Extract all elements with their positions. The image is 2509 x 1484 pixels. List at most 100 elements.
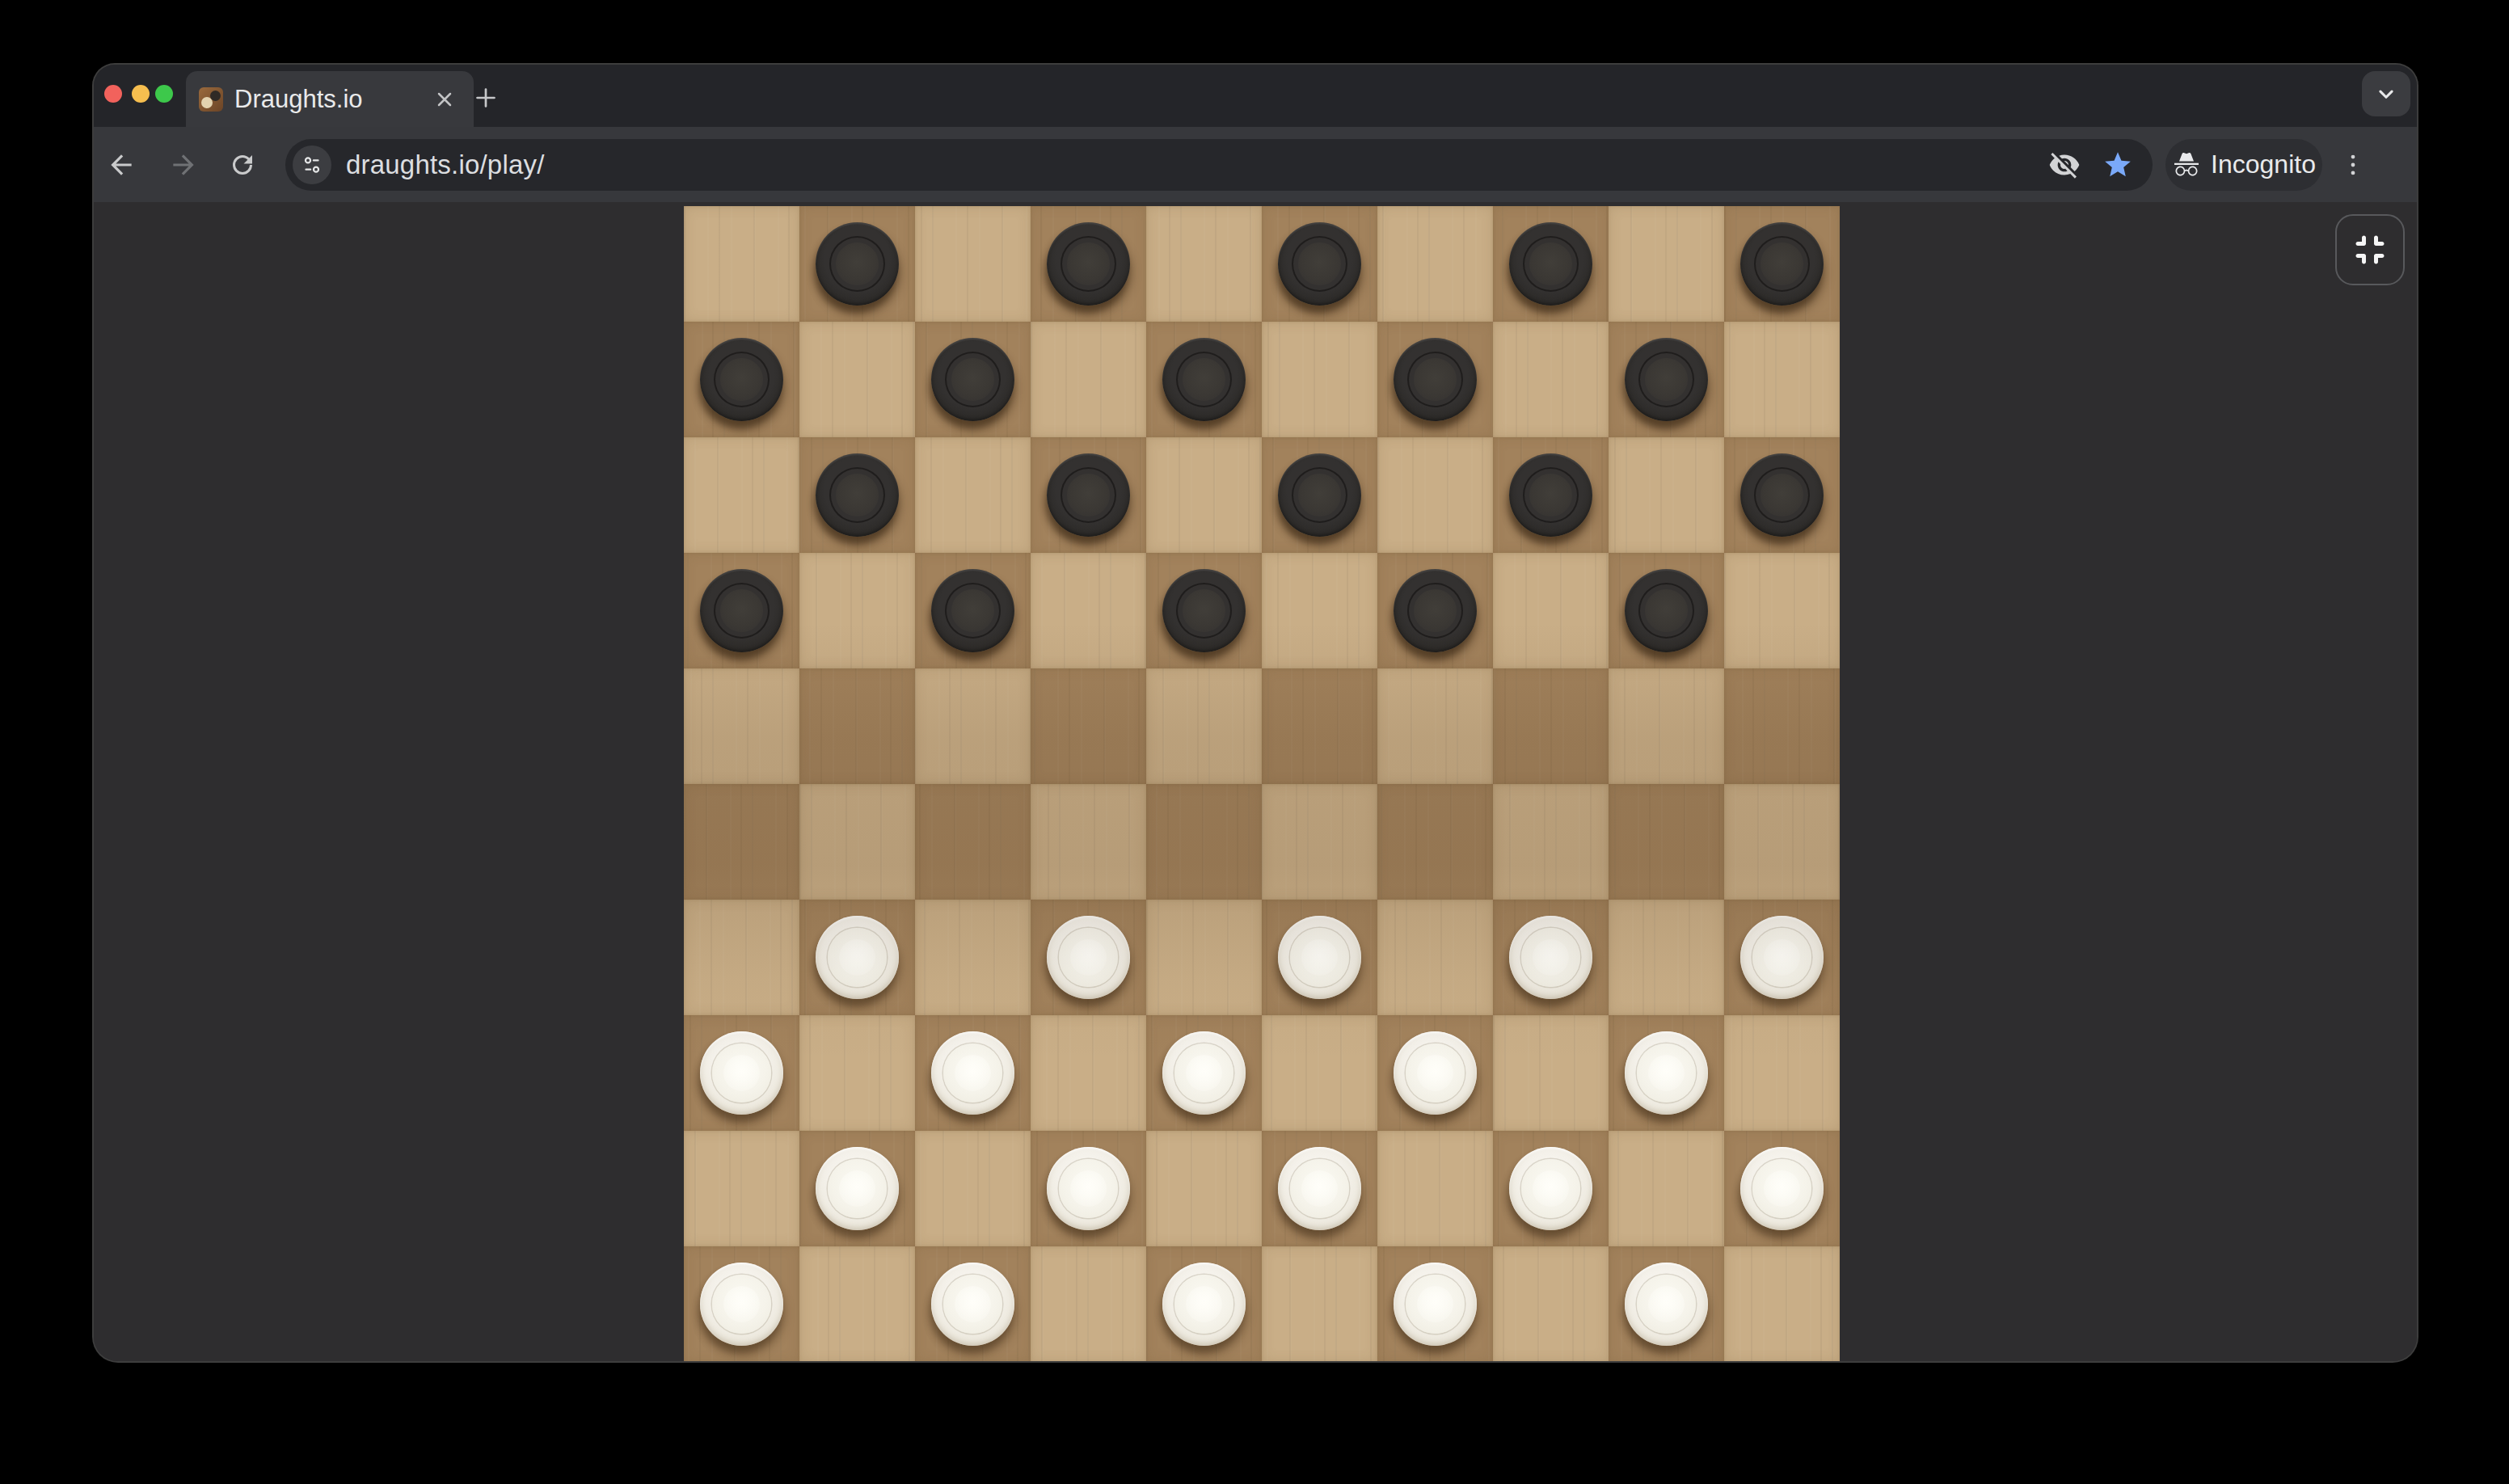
dark-piece[interactable] <box>816 222 899 306</box>
board-square[interactable] <box>1031 784 1146 900</box>
board-square[interactable] <box>1146 437 1262 553</box>
tab-search-button[interactable] <box>2362 71 2410 116</box>
dark-piece[interactable] <box>1394 569 1477 652</box>
dark-piece[interactable] <box>1740 453 1824 537</box>
board-square[interactable] <box>1609 784 1724 900</box>
dark-piece[interactable] <box>1625 569 1708 652</box>
board-square[interactable] <box>1377 668 1493 784</box>
board-square[interactable] <box>1377 1131 1493 1246</box>
board-square[interactable] <box>1031 1131 1146 1246</box>
dark-piece[interactable] <box>700 338 783 421</box>
white-piece[interactable] <box>816 1147 899 1230</box>
board-square[interactable] <box>1031 1246 1146 1361</box>
dark-piece[interactable] <box>1509 453 1592 537</box>
dark-piece[interactable] <box>1509 222 1592 306</box>
window-zoom-button[interactable] <box>155 85 173 103</box>
white-piece[interactable] <box>1162 1031 1246 1115</box>
board-square[interactable] <box>1146 900 1262 1015</box>
site-settings-button[interactable] <box>293 145 331 184</box>
board-square[interactable] <box>1031 437 1146 553</box>
tab-close-button[interactable] <box>428 83 461 116</box>
board-square[interactable] <box>1609 668 1724 784</box>
board-square[interactable] <box>1724 1015 1840 1131</box>
board-square[interactable] <box>684 668 799 784</box>
board-square[interactable] <box>799 437 915 553</box>
board-square[interactable] <box>1146 1246 1262 1361</box>
board-square[interactable] <box>799 668 915 784</box>
dark-piece[interactable] <box>1162 338 1246 421</box>
board-square[interactable] <box>684 1015 799 1131</box>
dark-piece[interactable] <box>1278 222 1361 306</box>
white-piece[interactable] <box>700 1263 783 1346</box>
board-square[interactable] <box>1377 1246 1493 1361</box>
board-square[interactable] <box>1609 553 1724 668</box>
board-square[interactable] <box>1146 668 1262 784</box>
white-piece[interactable] <box>1047 1147 1130 1230</box>
board-square[interactable] <box>915 784 1031 900</box>
board-square[interactable] <box>1493 437 1609 553</box>
board-square[interactable] <box>1493 668 1609 784</box>
board-square[interactable] <box>1031 553 1146 668</box>
exit-fullscreen-button[interactable] <box>2335 214 2405 285</box>
board-square[interactable] <box>684 437 799 553</box>
white-piece[interactable] <box>1278 916 1361 999</box>
white-piece[interactable] <box>931 1031 1014 1115</box>
back-button[interactable] <box>105 149 137 181</box>
white-piece[interactable] <box>1394 1031 1477 1115</box>
board-square[interactable] <box>1377 900 1493 1015</box>
board-square[interactable] <box>684 1131 799 1246</box>
board-square[interactable] <box>684 553 799 668</box>
dark-piece[interactable] <box>1740 222 1824 306</box>
board-square[interactable] <box>1146 322 1262 437</box>
board-square[interactable] <box>1493 553 1609 668</box>
board-square[interactable] <box>1146 553 1262 668</box>
board-square[interactable] <box>1262 1246 1377 1361</box>
board-square[interactable] <box>1377 437 1493 553</box>
board-square[interactable] <box>684 322 799 437</box>
board-square[interactable] <box>1724 437 1840 553</box>
white-piece[interactable] <box>1394 1263 1477 1346</box>
preview-hidden-button[interactable] <box>2047 148 2081 182</box>
board-square[interactable] <box>1377 1015 1493 1131</box>
board-square[interactable] <box>1724 784 1840 900</box>
board-square[interactable] <box>1031 900 1146 1015</box>
board-square[interactable] <box>915 1131 1031 1246</box>
board-square[interactable] <box>1262 784 1377 900</box>
board-square[interactable] <box>1031 1015 1146 1131</box>
white-piece[interactable] <box>931 1263 1014 1346</box>
board-square[interactable] <box>1724 900 1840 1015</box>
dark-piece[interactable] <box>931 338 1014 421</box>
white-piece[interactable] <box>1047 916 1130 999</box>
board-square[interactable] <box>1609 437 1724 553</box>
tab-draughts[interactable]: Draughts.io <box>186 71 474 127</box>
dark-piece[interactable] <box>1278 453 1361 537</box>
board-square[interactable] <box>1724 668 1840 784</box>
board-square[interactable] <box>915 322 1031 437</box>
board-square[interactable] <box>684 1246 799 1361</box>
board-square[interactable] <box>1724 322 1840 437</box>
board-square[interactable] <box>915 668 1031 784</box>
board-square[interactable] <box>915 553 1031 668</box>
board-square[interactable] <box>1493 1246 1609 1361</box>
bookmark-button[interactable] <box>2101 148 2135 182</box>
white-piece[interactable] <box>1625 1031 1708 1115</box>
dark-piece[interactable] <box>931 569 1014 652</box>
dark-piece[interactable] <box>1394 338 1477 421</box>
board-square[interactable] <box>1493 322 1609 437</box>
board-square[interactable] <box>1262 206 1377 322</box>
board-square[interactable] <box>1262 668 1377 784</box>
forward-button[interactable] <box>167 149 200 181</box>
board-square[interactable] <box>1262 1015 1377 1131</box>
incognito-badge[interactable]: Incognito <box>2165 139 2322 191</box>
board-square[interactable] <box>1609 900 1724 1015</box>
board-square[interactable] <box>1609 1015 1724 1131</box>
white-piece[interactable] <box>1278 1147 1361 1230</box>
white-piece[interactable] <box>1625 1263 1708 1346</box>
board-square[interactable] <box>1377 206 1493 322</box>
board-square[interactable] <box>684 784 799 900</box>
board-square[interactable] <box>799 784 915 900</box>
white-piece[interactable] <box>1509 1147 1592 1230</box>
board-square[interactable] <box>1724 1131 1840 1246</box>
browser-menu-button[interactable] <box>2337 149 2369 181</box>
board-square[interactable] <box>915 206 1031 322</box>
